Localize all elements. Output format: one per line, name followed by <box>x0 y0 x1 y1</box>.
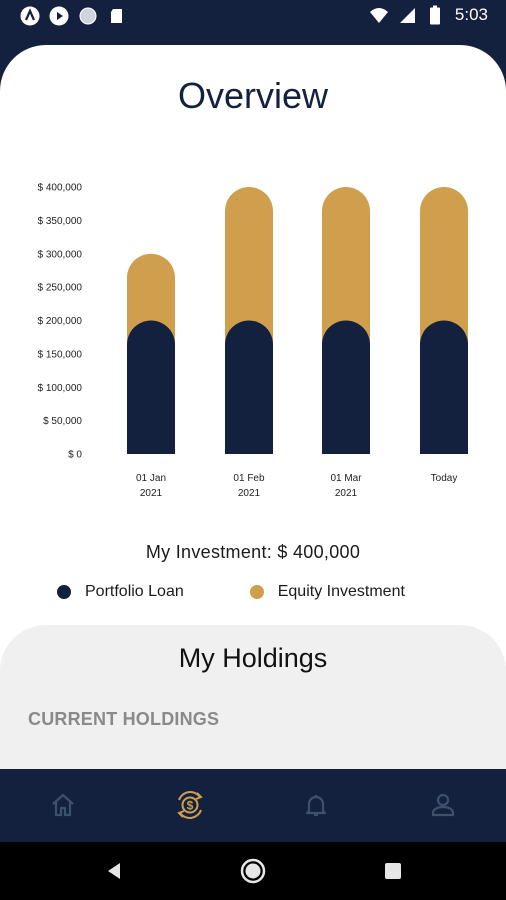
home-icon <box>52 793 74 817</box>
holdings-panel: My Holdings CURRENT HOLDINGS <box>0 625 506 775</box>
legend-dot-equity-investment <box>249 585 264 599</box>
circle-icon <box>78 6 98 26</box>
back-triangle-icon <box>108 863 120 879</box>
dollar-exchange-icon: $ <box>177 791 203 819</box>
nav-notifications-button[interactable] <box>298 787 334 823</box>
system-nav-bar <box>0 842 506 900</box>
x-tick-label: 01 Jan <box>136 473 166 484</box>
bar-portfolio-loan <box>127 320 175 454</box>
legend-item-equity-investment: Equity Investment <box>249 583 405 601</box>
y-tick-label: $ 250,000 <box>38 283 83 294</box>
app-a-icon <box>20 6 40 26</box>
y-tick-label: $ 300,000 <box>38 249 83 260</box>
x-tick-label: 01 Mar <box>330 473 362 484</box>
status-bar: 5:03 <box>0 0 506 34</box>
nav-profile-button[interactable] <box>425 787 461 823</box>
bell-icon <box>305 795 327 817</box>
y-tick-label: $ 350,000 <box>38 216 83 227</box>
recents-square-icon <box>385 863 401 879</box>
x-tick-label: 01 Feb <box>233 473 265 484</box>
chart-legend: Portfolio Loan Equity Investment <box>57 583 497 601</box>
svg-text:$: $ <box>187 799 194 813</box>
overview-card: Overview $ 0 $ 50,000 $ 100,000 $ 150,000 $ … <box>0 45 506 775</box>
x-tick-label: 2021 <box>140 488 163 499</box>
y-tick-label: $ 400,000 <box>38 183 83 194</box>
system-home-button[interactable] <box>240 858 266 884</box>
bar-portfolio-loan <box>420 320 468 454</box>
battery-icon <box>425 5 445 25</box>
x-tick-label: 2021 <box>335 488 358 499</box>
bottom-nav: $ <box>0 769 506 842</box>
x-tick-label: 2021 <box>238 488 261 499</box>
wifi-icon <box>369 5 389 25</box>
home-circle-icon <box>240 858 266 884</box>
play-shield-icon <box>49 6 69 26</box>
nav-investments-button[interactable]: $ <box>172 787 208 823</box>
legend-item-portfolio-loan: Portfolio Loan <box>57 583 184 601</box>
system-recents-button[interactable] <box>380 858 406 884</box>
system-back-button[interactable] <box>101 858 127 884</box>
signal-icon <box>397 5 417 25</box>
y-tick-label: $ 0 <box>68 450 82 461</box>
y-tick-label: $ 150,000 <box>38 349 83 360</box>
legend-dot-portfolio-loan <box>57 585 71 599</box>
holdings-title: My Holdings <box>178 643 328 673</box>
profile-icon <box>431 793 455 817</box>
legend-label: Equity Investment <box>277 583 405 600</box>
nav-home-button[interactable] <box>45 787 81 823</box>
investment-total: My Investment: $ 400,000 <box>145 542 361 562</box>
y-tick-label: $ 100,000 <box>38 383 83 394</box>
y-tick-label: $ 50,000 <box>43 416 82 427</box>
bar-portfolio-loan <box>322 320 370 454</box>
sd-card-icon <box>107 6 127 26</box>
bar-portfolio-loan <box>225 320 273 454</box>
legend-label: Portfolio Loan <box>85 583 184 600</box>
y-tick-label: $ 200,000 <box>38 316 83 327</box>
x-tick-label: Today <box>431 473 458 484</box>
clock-time: 5:03 <box>454 5 488 24</box>
current-holdings-label: CURRENT HOLDINGS <box>28 709 220 729</box>
investment-chart: $ 0 $ 50,000 $ 100,000 $ 150,000 $ 200,000 $ … <box>38 183 468 499</box>
